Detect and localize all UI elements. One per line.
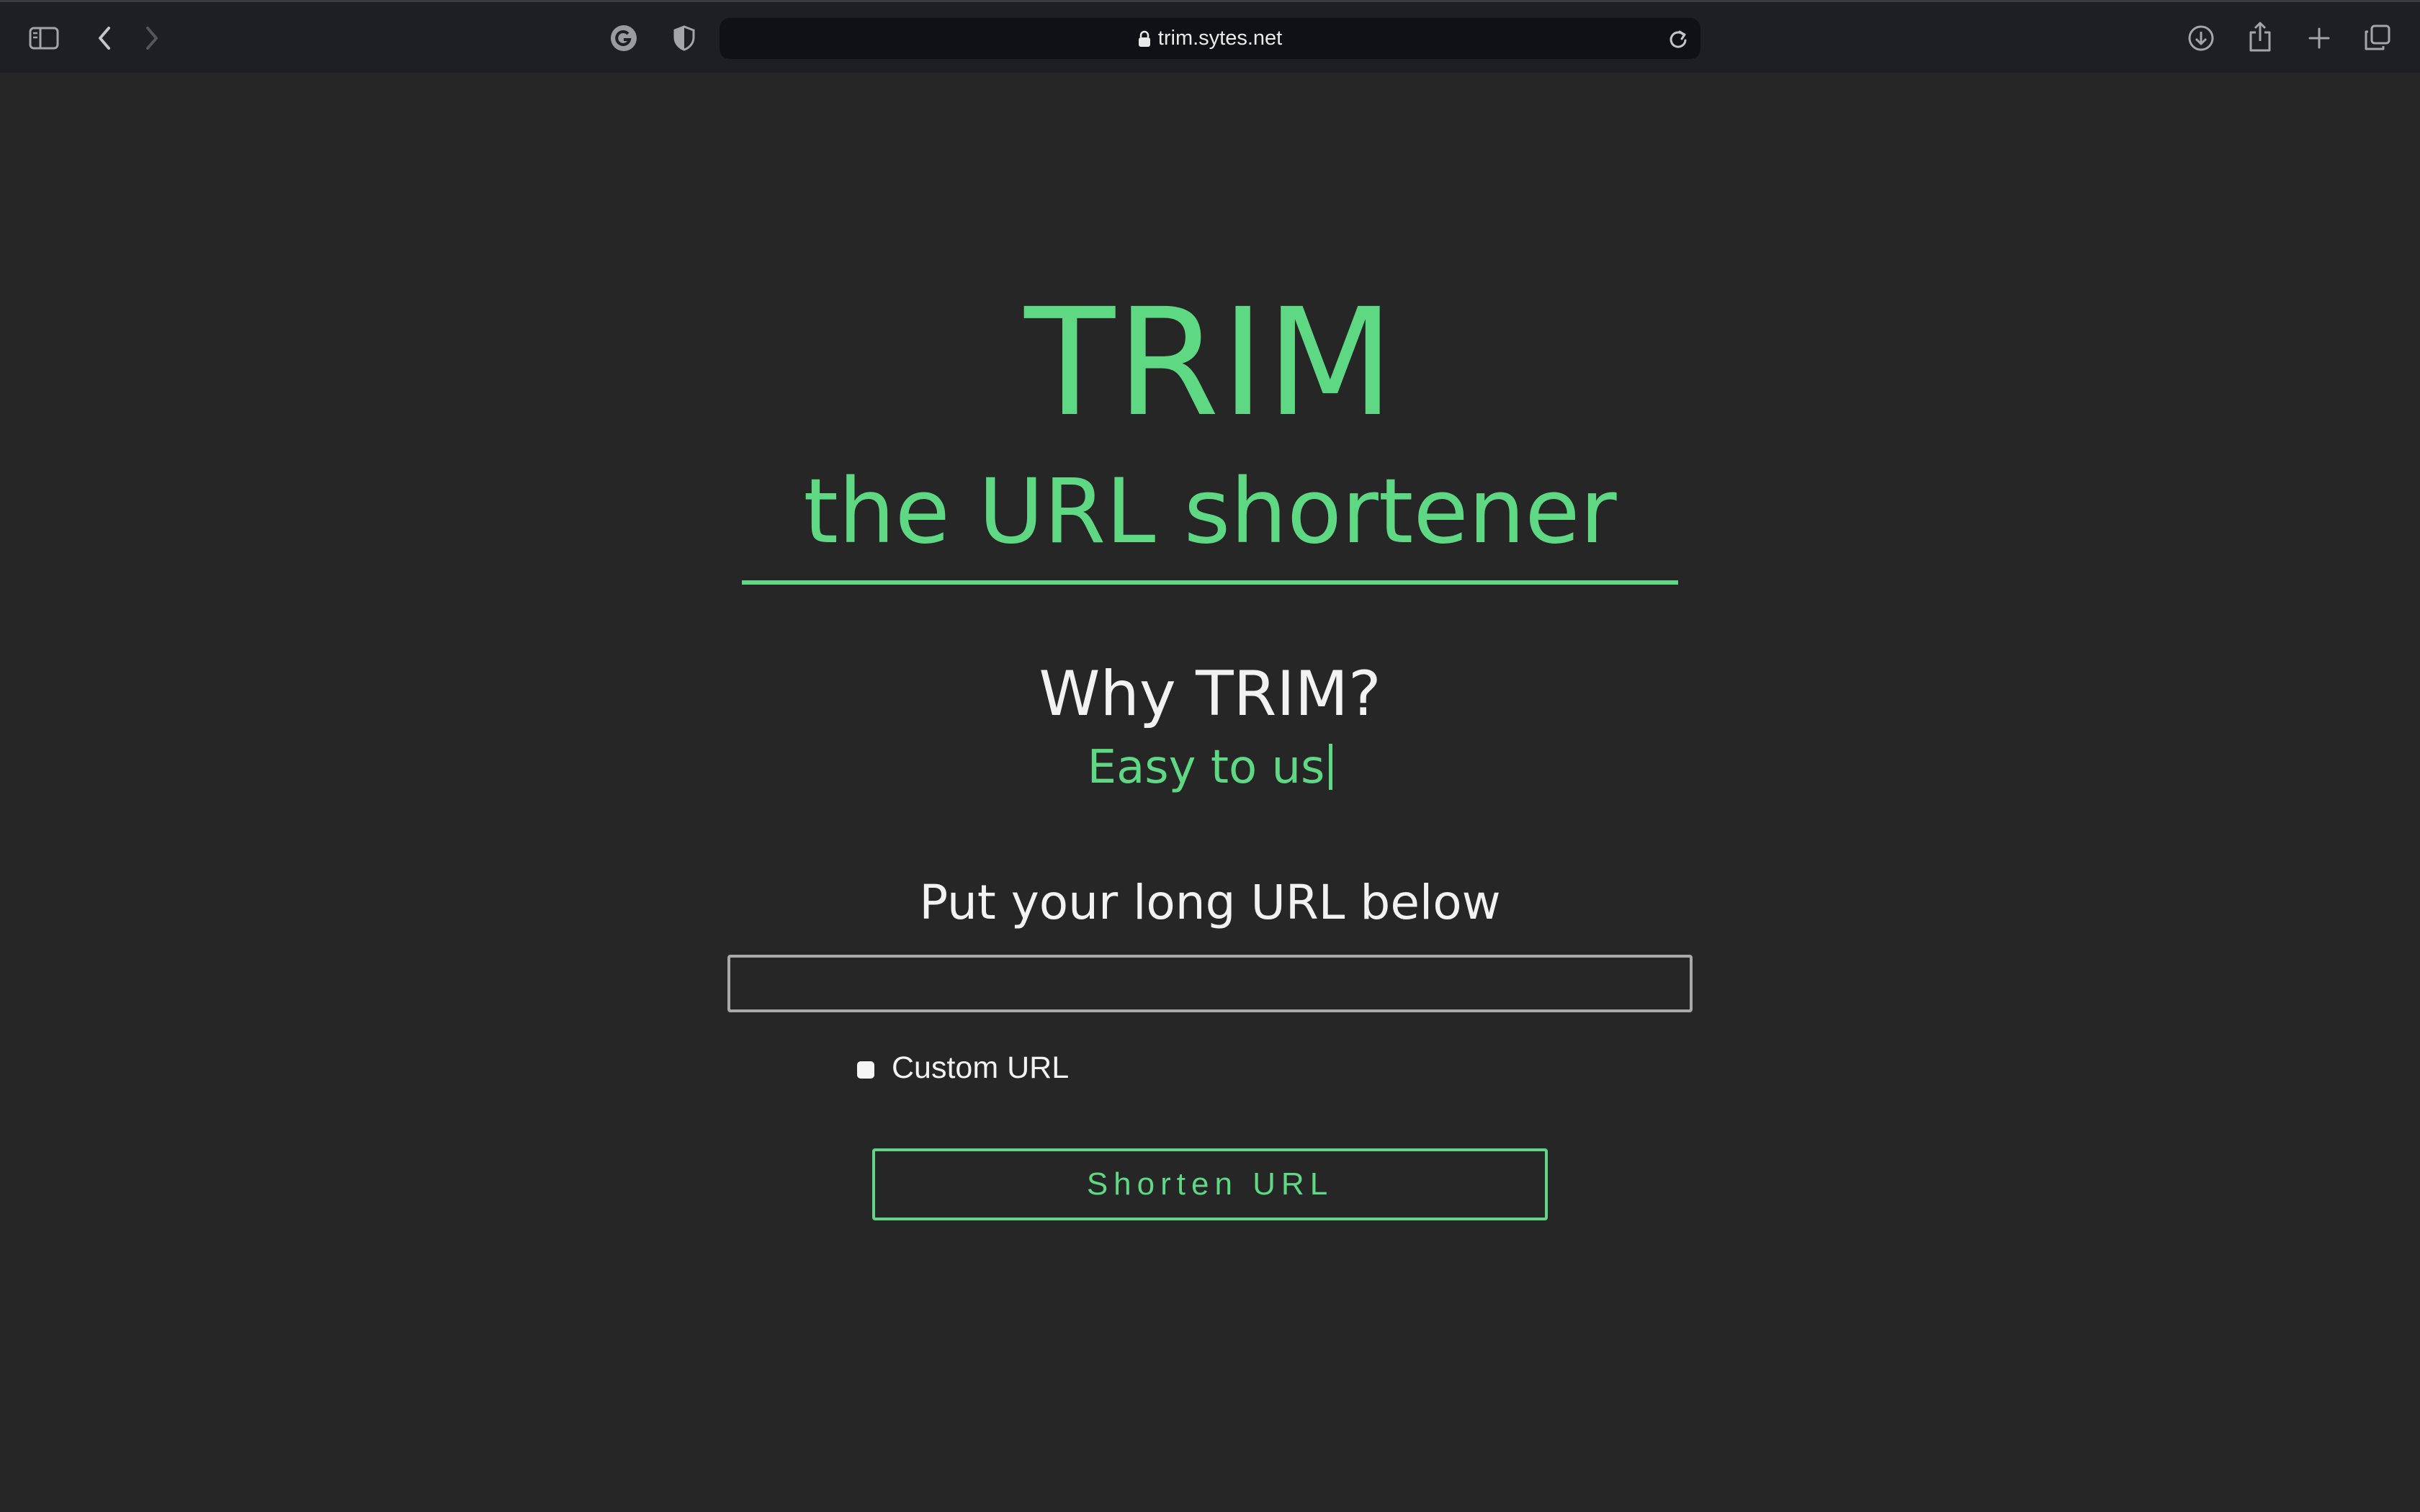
chevron-right-icon[interactable] — [140, 22, 164, 54]
typed-text: Easy to us — [1087, 741, 1325, 794]
browser-toolbar: trim.sytes.net — [0, 0, 2420, 73]
page-subtitle: the URL shortener — [803, 460, 1617, 564]
why-heading: Why TRIM? — [1039, 658, 1381, 730]
chevron-left-icon[interactable] — [92, 22, 117, 54]
custom-url-checkbox[interactable] — [857, 1061, 874, 1079]
typed-feature-text: Easy to us — [0, 735, 2420, 800]
shield-icon[interactable] — [670, 24, 699, 53]
page-content: TRIM the URL shortener Why TRIM? Easy to… — [0, 73, 2420, 1512]
sidebar-icon[interactable] — [26, 22, 62, 54]
custom-url-label[interactable]: Custom URL — [892, 1050, 1069, 1086]
page-title: TRIM — [1024, 276, 1396, 449]
typing-cursor — [1329, 744, 1333, 790]
plus-icon[interactable] — [2305, 24, 2334, 53]
share-icon[interactable] — [2246, 19, 2275, 54]
grammarly-icon[interactable] — [609, 24, 638, 53]
shorten-url-button[interactable]: Shorten URL — [872, 1148, 1548, 1220]
reload-icon[interactable] — [1666, 27, 1690, 51]
custom-url-option[interactable]: Custom URL — [857, 1046, 1069, 1089]
lock-icon — [1138, 30, 1151, 48]
long-url-input[interactable] — [727, 955, 1693, 1012]
url-input-label: Put your long URL below — [919, 875, 1501, 930]
title-divider — [742, 580, 1678, 585]
tab-overview-icon[interactable] — [2362, 22, 2393, 53]
address-bar[interactable]: trim.sytes.net — [720, 18, 1700, 59]
address-url: trim.sytes.net — [1157, 27, 1283, 50]
download-icon[interactable] — [2187, 22, 2215, 54]
